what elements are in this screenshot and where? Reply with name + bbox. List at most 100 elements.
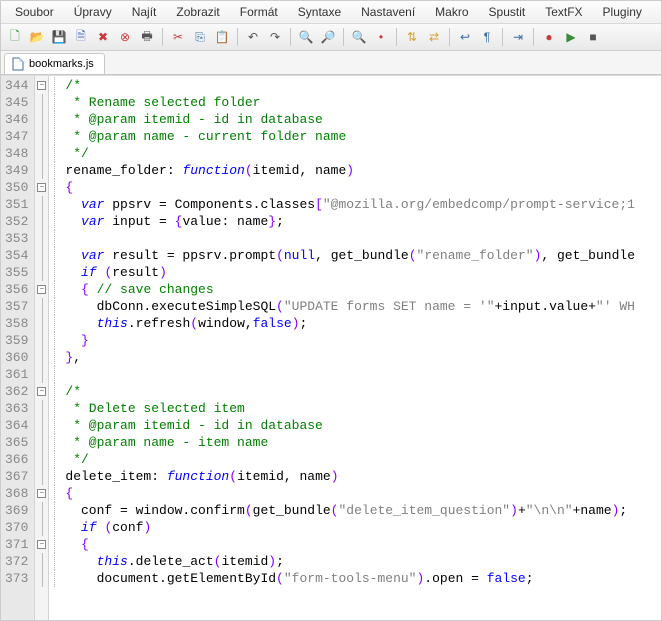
redo-icon[interactable]: ↷ (265, 27, 285, 47)
sync-h-icon[interactable]: ⇄ (424, 27, 444, 47)
line-number: 349 (5, 162, 28, 179)
code-line[interactable]: { // save changes (65, 281, 661, 298)
menu-item-syntaxe[interactable]: Syntaxe (290, 3, 349, 21)
code-line[interactable]: this.refresh(window,false); (65, 315, 661, 332)
line-number: 364 (5, 417, 28, 434)
copy-icon[interactable]: ⎘ (190, 27, 210, 47)
fold-toggle-icon[interactable]: − (37, 183, 46, 192)
fold-toggle-icon[interactable]: − (37, 81, 46, 90)
line-number: 363 (5, 400, 28, 417)
line-number: 358 (5, 315, 28, 332)
code-line[interactable]: rename_folder: function(itemid, name) (65, 162, 661, 179)
menu-item-najít[interactable]: Najít (124, 3, 165, 21)
toolbar-separator (237, 28, 238, 46)
line-number-gutter: 3443453463473483493503513523533543553563… (1, 76, 35, 620)
line-number: 369 (5, 502, 28, 519)
code-line[interactable]: { (65, 179, 661, 196)
menu-item-soubor[interactable]: Soubor (7, 3, 62, 21)
code-line[interactable]: if (conf) (65, 519, 661, 536)
print-icon[interactable]: 🖶 (137, 27, 157, 47)
save-all-icon[interactable]: 🗎 (71, 27, 91, 47)
line-number: 352 (5, 213, 28, 230)
toolbar-separator (533, 28, 534, 46)
code-line[interactable]: this.delete_act(itemid); (65, 553, 661, 570)
code-line[interactable]: * Delete selected item (65, 400, 661, 417)
code-line[interactable]: /* (65, 77, 661, 94)
code-line[interactable]: * Rename selected folder (65, 94, 661, 111)
line-number: 351 (5, 196, 28, 213)
fold-gutter: − − − − − − (35, 76, 49, 620)
code-line[interactable]: * @param itemid - id in database (65, 111, 661, 128)
code-line[interactable]: * @param itemid - id in database (65, 417, 661, 434)
menu-item-makro[interactable]: Makro (427, 3, 476, 21)
fold-toggle-icon[interactable]: − (37, 540, 46, 549)
code-line[interactable]: if (result) (65, 264, 661, 281)
menu-item-zobrazit[interactable]: Zobrazit (168, 3, 227, 21)
menu-item-textfx[interactable]: TextFX (537, 3, 590, 21)
line-number: 367 (5, 468, 28, 485)
wrap-icon[interactable]: ↩ (455, 27, 475, 47)
close-icon[interactable]: ✖ (93, 27, 113, 47)
menubar: SouborÚpravyNajítZobrazit FormátSyntaxeNa… (1, 1, 661, 24)
code-line[interactable]: dbConn.executeSimpleSQL("UPDATE forms SE… (65, 298, 661, 315)
indent-icon[interactable]: ⇥ (508, 27, 528, 47)
line-number: 366 (5, 451, 28, 468)
stop-icon[interactable]: ■ (583, 27, 603, 47)
toolbar-separator (162, 28, 163, 46)
line-number: 345 (5, 94, 28, 111)
zoom-out-icon[interactable]: • (371, 27, 391, 47)
play-icon[interactable]: ▶ (561, 27, 581, 47)
toolbar-separator (396, 28, 397, 46)
menu-item-nastavení[interactable]: Nastavení (353, 3, 423, 21)
code-line[interactable]: var input = {value: name}; (65, 213, 661, 230)
cut-icon[interactable]: ✂ (168, 27, 188, 47)
code-line[interactable]: delete_item: function(itemid, name) (65, 468, 661, 485)
line-number: 359 (5, 332, 28, 349)
line-number: 368 (5, 485, 28, 502)
fold-toggle-icon[interactable]: − (37, 489, 46, 498)
code-line[interactable] (65, 366, 661, 383)
code-line[interactable]: conf = window.confirm(get_bundle("delete… (65, 502, 661, 519)
paste-icon[interactable]: 📋 (212, 27, 232, 47)
line-number: 372 (5, 553, 28, 570)
sync-v-icon[interactable]: ⇅ (402, 27, 422, 47)
code-editor[interactable]: 3443453463473483493503513523533543553563… (1, 75, 661, 620)
menu-item-úpravy[interactable]: Úpravy (66, 3, 120, 21)
code-line[interactable]: var ppsrv = Components.classes["@mozilla… (65, 196, 661, 213)
file-tab[interactable]: bookmarks.js (4, 53, 105, 74)
close-all-icon[interactable]: ⊗ (115, 27, 135, 47)
code-line[interactable]: * @param name - current folder name (65, 128, 661, 145)
code-line[interactable]: document.getElementById("form-tools-menu… (65, 570, 661, 587)
toolbar-separator (343, 28, 344, 46)
code-line[interactable]: /* (65, 383, 661, 400)
menu-item-spustit[interactable]: Spustit (481, 3, 534, 21)
code-line[interactable]: { (65, 485, 661, 502)
tab-label: bookmarks.js (29, 58, 94, 70)
record-icon[interactable]: ● (539, 27, 559, 47)
code-line[interactable]: { (65, 536, 661, 553)
code-line[interactable]: */ (65, 145, 661, 162)
code-line[interactable]: } (65, 332, 661, 349)
save-icon[interactable]: 💾 (49, 27, 69, 47)
code-line[interactable]: }, (65, 349, 661, 366)
code-line[interactable]: var result = ppsrv.prompt(null, get_bund… (65, 247, 661, 264)
code-line[interactable]: */ (65, 451, 661, 468)
code-area[interactable]: /* * Rename selected folder * @param ite… (61, 76, 661, 620)
open-file-icon[interactable]: 📂 (27, 27, 47, 47)
line-number: 348 (5, 145, 28, 162)
menu-item-pluginy[interactable]: Pluginy (595, 3, 650, 21)
find-icon[interactable]: 🔍 (296, 27, 316, 47)
code-line[interactable]: * @param name - item name (65, 434, 661, 451)
menu-item-formát[interactable]: Formát (232, 3, 286, 21)
line-number: 344 (5, 77, 28, 94)
replace-icon[interactable]: 🔎 (318, 27, 338, 47)
code-line[interactable] (65, 230, 661, 247)
menu-item-okno[interactable]: Okno (654, 3, 662, 21)
fold-toggle-icon[interactable]: − (37, 387, 46, 396)
fold-toggle-icon[interactable]: − (37, 285, 46, 294)
new-file-icon[interactable]: 🗋 (5, 27, 25, 47)
all-chars-icon[interactable]: ¶ (477, 27, 497, 47)
undo-icon[interactable]: ↶ (243, 27, 263, 47)
zoom-in-icon[interactable]: 🔍 (349, 27, 369, 47)
line-number: 361 (5, 366, 28, 383)
